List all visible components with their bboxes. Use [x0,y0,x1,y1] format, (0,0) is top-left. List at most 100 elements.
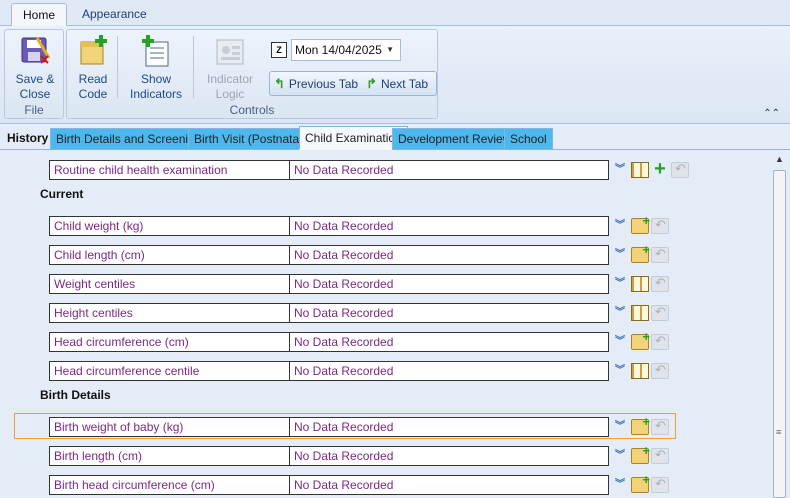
field-label: Routine child health examination [50,161,290,179]
undo-icon[interactable] [651,246,669,263]
form-row: Weight centiles No Data Recorded ︾ [49,274,671,294]
add-icon[interactable]: + [651,159,669,179]
controls-group: Read Code Show Indicators Indicator Logi… [66,29,438,119]
show-indicators-button[interactable]: Show Indicators [123,32,189,102]
tab-birth-visit[interactable]: Birth Visit (Postnatal) [188,128,312,150]
field-value[interactable]: No Data Recorded [290,246,608,264]
field-value[interactable]: No Data Recorded [290,161,608,179]
field-value[interactable]: No Data Recorded [290,476,608,494]
add-folder-icon[interactable] [631,242,650,263]
undo-icon[interactable] [651,304,669,321]
indicator-logic-label-2: Logic [215,87,245,101]
expand-chevron-icon[interactable]: ︾ [613,477,627,493]
field-value[interactable]: No Data Recorded [290,333,608,351]
previous-arrow-icon: ↰ [274,75,285,91]
ribbon-separator [117,36,118,98]
form-field[interactable]: Birth head circumference (cm) No Data Re… [49,475,609,495]
undo-icon[interactable] [651,362,669,379]
vertical-scrollbar[interactable]: ▲ ≡ [770,150,790,498]
save-close-label: Save & Close [15,72,55,101]
next-tab-label: Next Tab [380,76,429,91]
previous-tab-button[interactable]: ↰ Previous Tab [270,72,362,95]
book-icon[interactable] [631,363,649,379]
tab-birth-details-screening[interactable]: Birth Details and Screening [50,128,208,150]
read-code-label-2: Code [78,87,108,101]
show-indicators-icon [140,34,172,68]
add-folder-icon[interactable] [631,414,650,435]
form-field[interactable]: Birth length (cm) No Data Recorded [49,446,609,466]
date-value: Mon 14/04/2025 [295,43,382,57]
file-group-label: File [24,103,44,117]
row-actions: ︾ [613,443,671,464]
form-field[interactable]: Weight centiles No Data Recorded [49,274,609,294]
tab-school[interactable]: School [504,128,553,150]
chevron-down-icon[interactable]: ▼ [386,40,394,60]
add-folder-icon[interactable] [631,329,650,350]
undo-icon[interactable] [651,217,669,234]
form-field[interactable]: Height centiles No Data Recorded [49,303,609,323]
undo-icon[interactable] [651,333,669,350]
ribbon-tab-home[interactable]: Home [11,3,67,27]
next-tab-button[interactable]: ↱ Next Tab [362,72,432,95]
expand-chevron-icon[interactable]: ︾ [613,276,627,292]
scrollbar-thumb[interactable]: ≡ [773,170,786,498]
field-label: Birth head circumference (cm) [50,476,290,494]
expand-chevron-icon[interactable]: ︾ [613,448,627,464]
add-folder-icon[interactable] [631,443,650,464]
book-icon[interactable] [631,276,649,292]
field-label: Birth length (cm) [50,447,290,465]
read-code-button[interactable]: Read Code [73,32,113,102]
form-row: Birth length (cm) No Data Recorded ︾ [49,443,671,466]
form-field[interactable]: Routine child health examination No Data… [49,160,609,180]
expand-chevron-icon[interactable]: ︾ [613,363,627,379]
book-icon[interactable] [631,162,649,178]
field-label: Child weight (kg) [50,217,290,235]
form-row-routine-exam: Routine child health examination No Data… [49,159,691,180]
form-row: Head circumference (cm) No Data Recorded… [49,329,671,352]
undo-icon[interactable] [651,447,669,464]
scroll-up-arrow-icon[interactable]: ▲ [775,154,784,164]
previous-tab-label: Previous Tab [288,76,359,91]
expand-chevron-icon[interactable]: ︾ [613,305,627,321]
field-label: Weight centiles [50,275,290,293]
form-field[interactable]: Child weight (kg) No Data Recorded [49,216,609,236]
save-close-button[interactable]: Save & Close [13,32,57,102]
add-folder-icon[interactable] [631,472,650,493]
indicator-logic-button[interactable]: Indicator Logic [199,32,261,102]
section-heading-current: Current [40,187,84,201]
form-field[interactable]: Head circumference centile No Data Recor… [49,361,609,381]
field-value[interactable]: No Data Recorded [290,275,608,293]
form-row: Child length (cm) No Data Recorded ︾ [49,242,671,265]
undo-icon[interactable] [651,275,669,292]
ribbon-separator [193,36,194,98]
date-input[interactable]: Mon 14/04/2025 ▼ [291,39,401,61]
date-picker[interactable]: Z Mon 14/04/2025 ▼ [271,39,401,61]
undo-icon[interactable] [671,161,689,178]
tab-development-review[interactable]: Development Review [392,128,518,150]
field-value[interactable]: No Data Recorded [290,362,608,380]
ribbon: Save & Close File Read Code Show Indicat… [0,26,790,124]
field-value[interactable]: No Data Recorded [290,304,608,322]
tab-history[interactable]: History [2,128,53,150]
expand-chevron-icon[interactable]: ︾ [613,247,627,263]
undo-icon[interactable] [651,418,669,435]
expand-chevron-icon[interactable]: ︾ [613,162,627,178]
expand-chevron-icon[interactable]: ︾ [613,218,627,234]
form-field[interactable]: Child length (cm) No Data Recorded [49,245,609,265]
expand-chevron-icon[interactable]: ︾ [613,334,627,350]
row-actions: ︾ [613,304,671,321]
book-icon[interactable] [631,305,649,321]
row-actions: ︾ + [613,159,691,179]
section-heading-birth-details: Birth Details [40,388,111,402]
undo-icon[interactable] [651,476,669,493]
collapse-ribbon-icon[interactable]: ⌃⌃ [763,108,780,119]
indicator-logic-label-1: Indicator [206,72,254,86]
field-value[interactable]: No Data Recorded [290,447,608,465]
ribbon-tab-appearance[interactable]: Appearance [72,3,157,27]
row-actions: ︾ [613,213,671,234]
form-field[interactable]: Head circumference (cm) No Data Recorded [49,332,609,352]
row-actions: ︾ [613,362,671,379]
field-value[interactable]: No Data Recorded [290,217,608,235]
indicator-logic-icon [214,34,246,68]
add-folder-icon[interactable] [631,213,650,234]
